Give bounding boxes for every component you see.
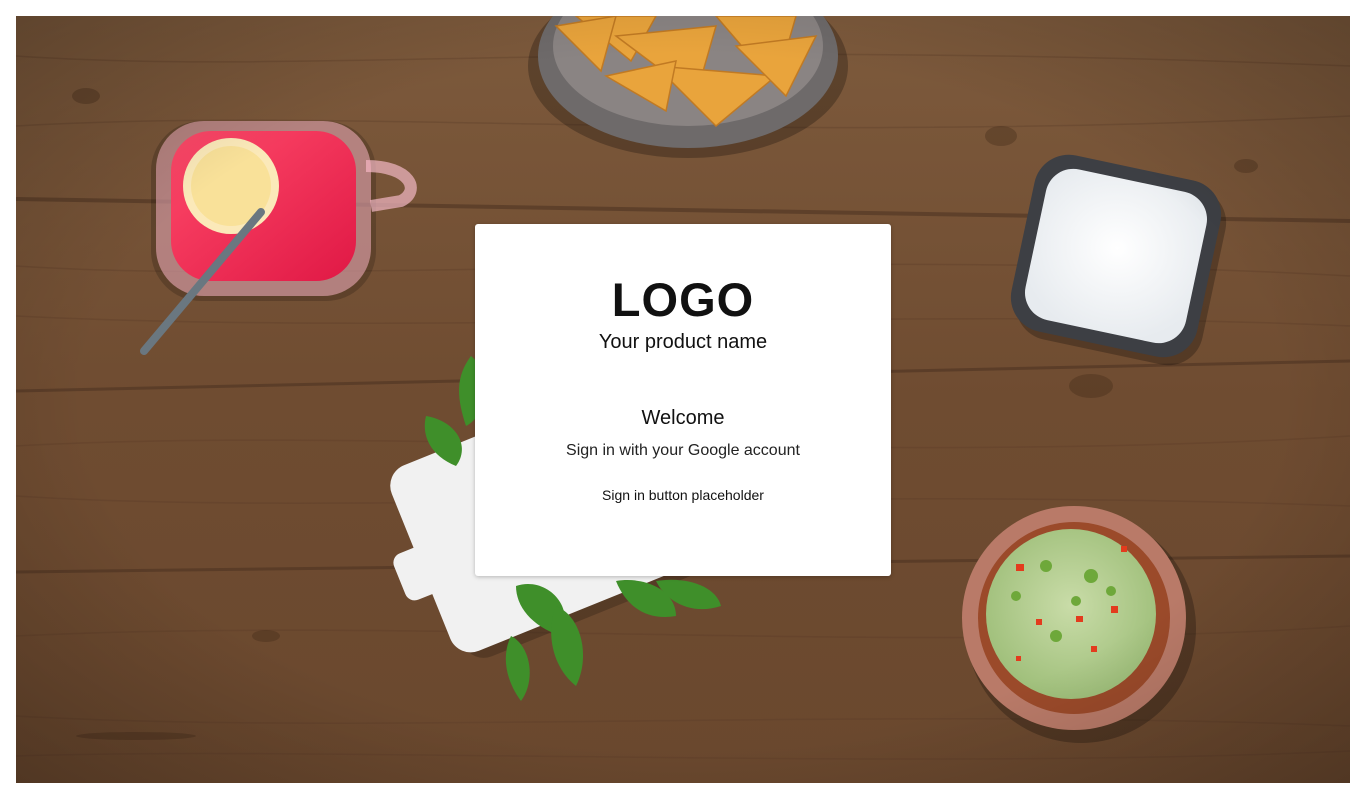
welcome-heading: Welcome (641, 407, 725, 429)
sign-in-subtitle: Sign in with your Google account (566, 442, 800, 459)
sign-in-card: LOGO Your product name Welcome Sign in w… (475, 224, 891, 576)
background-frame: LOGO Your product name Welcome Sign in w… (16, 16, 1350, 783)
logo-placeholder: LOGO (611, 273, 755, 326)
sign-in-button[interactable]: Sign in button placeholder (583, 485, 783, 505)
product-name: Your product name (598, 331, 768, 353)
